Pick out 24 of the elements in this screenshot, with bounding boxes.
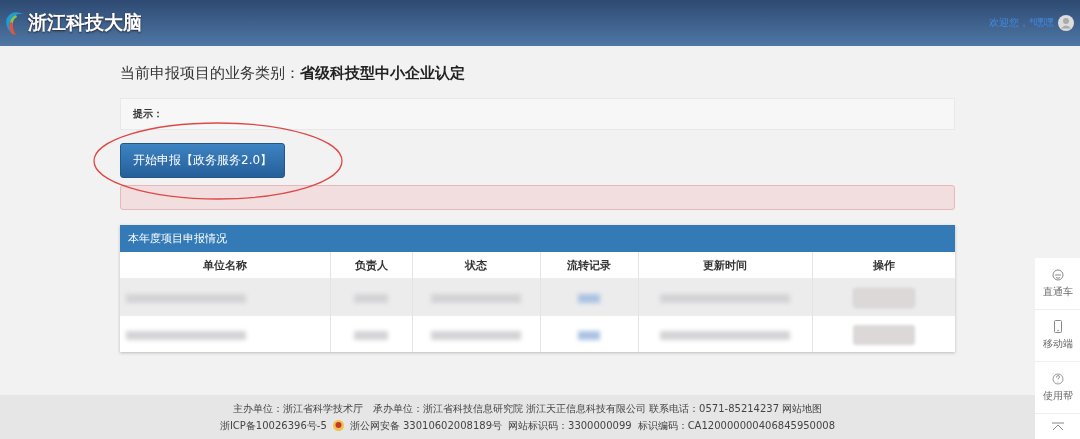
emblem-icon xyxy=(332,420,344,431)
phone-icon xyxy=(1053,320,1062,334)
blurred-text xyxy=(578,330,600,340)
side-link[interactable]: 直通车 xyxy=(1042,284,1073,299)
side-link[interactable]: 使用帮 xyxy=(1042,388,1073,403)
blurred-text xyxy=(853,325,914,344)
footer-text: 主办单位：浙江省科学技术厅 承办单位：浙江省科技信息研究院 浙江天正信息科技有限公司 联系电话：0571-85214237 网站地图 xyxy=(232,401,823,416)
site-code-text: 网站标识码：3300000099 xyxy=(508,418,632,433)
logo-icon xyxy=(4,10,26,36)
site-logo-text[interactable]: 浙江科技大脑 xyxy=(28,10,142,36)
identifier-code-text: 标识编码：CA120000000406845950008 xyxy=(637,418,836,433)
side-link[interactable]: 移动端 xyxy=(1042,337,1073,352)
avatar-icon[interactable] xyxy=(1058,15,1074,31)
back-to-top-icon[interactable] xyxy=(1050,422,1065,432)
panel-title: 本年度项目申报情况 xyxy=(128,231,227,246)
help-icon xyxy=(1051,372,1064,385)
start-application-button[interactable]: 开始申报【政务服务2.0】 xyxy=(120,143,286,178)
hint-label: 提示： xyxy=(133,107,163,121)
blurred-text xyxy=(354,330,388,340)
column-header: 单位名称 xyxy=(120,252,330,279)
business-type-heading: 当前申报项目的业务类别：省级科技型中小企业认定 xyxy=(120,64,466,84)
icp-link[interactable]: 浙ICP备10026396号-5 xyxy=(219,418,327,433)
police-record-link[interactable]: 浙公网安备 33010602008189号 xyxy=(349,418,502,433)
blurred-text xyxy=(578,293,600,303)
